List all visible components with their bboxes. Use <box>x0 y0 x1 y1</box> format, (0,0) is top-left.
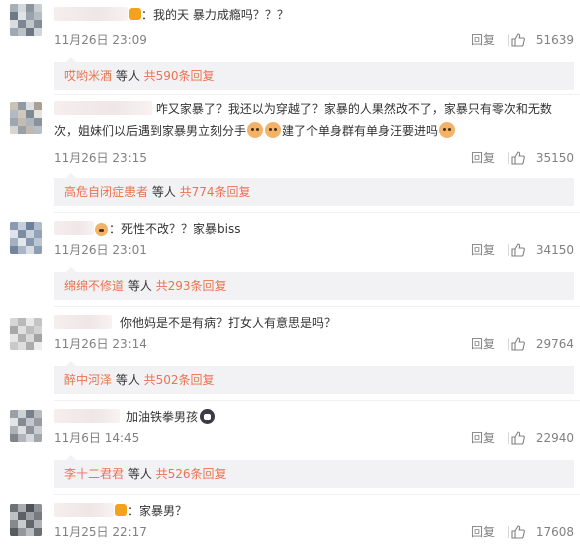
comment-text: ：我的天 暴力成瘾吗？？？ <box>54 4 574 26</box>
reply-user-link[interactable]: 绵绵不修道 <box>64 279 124 293</box>
comment-text: ：死性不改？？家暴biss <box>54 218 574 240</box>
thumbs-up-icon[interactable] <box>510 524 526 540</box>
avatar[interactable] <box>10 102 42 134</box>
comment-text: 咋又家暴了？我还以为穿越了？家暴的人果然改不了，家暴只有零次和无数次，姐妹们以后… <box>54 101 552 138</box>
username[interactable] <box>54 409 120 423</box>
reply-user-link[interactable]: 李十二君君 <box>64 467 124 481</box>
comment-time: 11月26日 23:01 <box>54 243 147 257</box>
like-count: 34150 <box>535 243 574 257</box>
reply-user-link[interactable]: 哎哟米酒 <box>64 69 112 83</box>
comment-meta: 11月26日 23:09 回复 51639 <box>54 30 574 50</box>
reply-preview[interactable]: 哎哟米酒 等人 共590条回复 <box>54 57 574 90</box>
like-count: 22940 <box>535 431 574 445</box>
comment-time: 11月26日 23:09 <box>54 33 147 47</box>
comment-divider <box>54 306 580 307</box>
divider <box>508 152 509 164</box>
thumbs-up-icon[interactable] <box>510 242 526 258</box>
reply-button[interactable]: 回复 <box>471 148 495 168</box>
reply-count-link[interactable]: 共526条回复 <box>156 467 227 481</box>
avatar[interactable] <box>10 4 42 36</box>
comment-text: 加油铁拳男孩 <box>54 406 574 428</box>
reply-user-link[interactable]: 醉中河泽 <box>64 373 112 387</box>
reply-preview[interactable]: 绵绵不修道 等人 共293条回复 <box>54 267 574 300</box>
divider <box>508 526 509 538</box>
username[interactable] <box>54 221 94 235</box>
comment-divider <box>54 94 580 95</box>
comment-meta: 11月26日 23:01 回复 34150 <box>54 240 574 260</box>
vip-badge-icon <box>129 8 141 20</box>
reply-count-link[interactable]: 共590条回复 <box>144 69 215 83</box>
cat-emoji-icon <box>439 122 456 138</box>
comment-meta: 11月26日 23:15 回复 35150 <box>54 148 574 168</box>
like-count: 17608 <box>535 525 574 539</box>
reply-button[interactable]: 回复 <box>471 428 495 448</box>
reply-count-link[interactable]: 共774条回复 <box>180 185 251 199</box>
reply-user-link[interactable]: 高危自闭症患者 <box>64 185 148 199</box>
comment-divider <box>54 494 580 495</box>
reply-others-label: 等人 <box>112 69 144 83</box>
comment-text: 你他妈是不是有病？打女人有意思是吗？ <box>54 312 574 334</box>
reply-preview[interactable]: 醉中河泽 等人 共502条回复 <box>54 361 574 394</box>
comment-time: 11月26日 23:15 <box>54 151 147 165</box>
reply-others-label: 等人 <box>124 467 156 481</box>
reply-button[interactable]: 回复 <box>471 240 495 260</box>
thumbs-up-icon[interactable] <box>510 150 526 166</box>
avatar[interactable] <box>10 318 42 350</box>
avatar[interactable] <box>10 410 42 442</box>
thumbs-up-icon[interactable] <box>510 336 526 352</box>
avatar[interactable] <box>10 504 42 536</box>
like-count: 51639 <box>535 33 574 47</box>
comment-meta: 11月6日 14:45 回复 22940 <box>54 428 574 448</box>
comment-time: 11月6日 14:45 <box>54 431 140 445</box>
comment-time: 11月26日 23:14 <box>54 337 147 351</box>
reply-count-link[interactable]: 共293条回复 <box>156 279 227 293</box>
reply-button[interactable]: 回复 <box>471 30 495 50</box>
thumbs-up-icon[interactable] <box>510 430 526 446</box>
reply-preview[interactable]: 高危自闭症患者 等人 共774条回复 <box>54 173 574 206</box>
comment-divider <box>54 400 580 401</box>
vip-badge-icon <box>115 504 127 516</box>
reply-others-label: 等人 <box>112 373 144 387</box>
like-count: 35150 <box>535 151 574 165</box>
divider <box>508 432 509 444</box>
like-count: 29764 <box>535 337 574 351</box>
divider <box>508 34 509 46</box>
thumbs-up-icon[interactable] <box>510 32 526 48</box>
divider <box>508 338 509 350</box>
comment-meta: 11月26日 23:14 回复 29764 <box>54 334 574 354</box>
cat-emoji-icon <box>247 122 264 138</box>
username[interactable] <box>54 315 112 329</box>
reply-others-label: 等人 <box>124 279 156 293</box>
comment-meta: 11月25日 22:17 回复 17608 <box>54 522 574 542</box>
fist-emoji-icon <box>200 409 216 424</box>
comment-time: 11月25日 22:17 <box>54 525 147 539</box>
username[interactable] <box>54 101 152 115</box>
cat-emoji-icon <box>95 223 108 236</box>
username[interactable] <box>54 7 128 21</box>
comment-text: ：家暴男？ <box>54 500 574 522</box>
reply-others-label: 等人 <box>148 185 180 199</box>
reply-count-link[interactable]: 共502条回复 <box>144 373 215 387</box>
divider <box>508 244 509 256</box>
username[interactable] <box>54 503 114 517</box>
cat-emoji-icon <box>265 122 282 138</box>
comment-divider <box>54 212 580 213</box>
reply-button[interactable]: 回复 <box>471 334 495 354</box>
reply-button[interactable]: 回复 <box>471 522 495 542</box>
avatar[interactable] <box>10 222 42 254</box>
reply-preview[interactable]: 李十二君君 等人 共526条回复 <box>54 455 574 488</box>
